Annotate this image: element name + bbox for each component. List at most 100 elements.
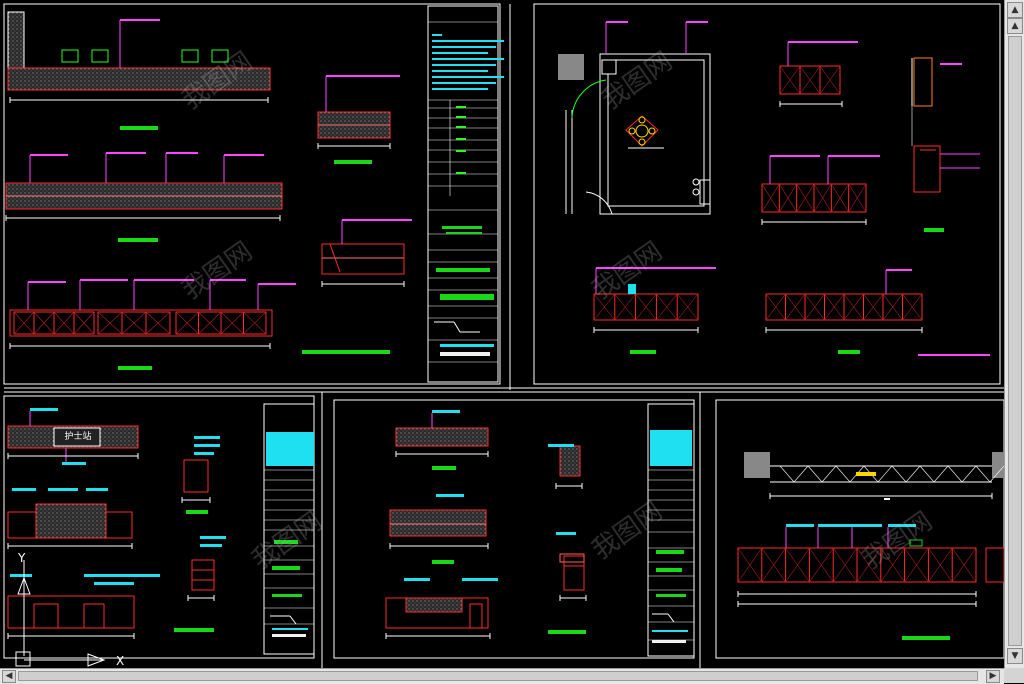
watermark-text: 我图网 — [597, 46, 678, 115]
table-top — [635, 124, 649, 138]
callout-label — [194, 444, 220, 447]
view-title-bar — [548, 630, 586, 634]
title-block-field — [442, 226, 482, 229]
note-text-line — [432, 88, 488, 90]
note-text-line — [918, 354, 990, 356]
callout-label — [30, 408, 58, 411]
desk-drawer — [33, 603, 59, 629]
title-block-field — [456, 126, 466, 128]
truss-line — [793, 465, 809, 483]
title-block-field — [272, 594, 302, 597]
title-block-field — [652, 630, 688, 632]
scroll-up-button[interactable]: ▲ — [1007, 2, 1023, 18]
door-arc — [571, 79, 607, 119]
callout-label — [404, 578, 430, 581]
horizontal-scrollbar[interactable]: ◀ ▶ — [0, 668, 1004, 684]
ucs-origin-box — [15, 651, 31, 667]
view-title-bar — [432, 466, 456, 470]
table-icon — [625, 115, 659, 147]
drawer-detail — [563, 555, 585, 591]
scroll-right-button[interactable]: ▶ — [986, 670, 1000, 683]
vertical-scroll-thumb[interactable] — [1008, 36, 1022, 646]
scroll-down-button[interactable]: ▼ — [1007, 648, 1023, 664]
title-block — [427, 5, 499, 383]
note-text-line — [432, 40, 504, 42]
note-text-line — [432, 58, 504, 60]
counter-top — [405, 597, 463, 613]
chair-icon — [91, 49, 109, 63]
title-block-header — [650, 430, 692, 466]
callout-label — [10, 574, 32, 577]
counter-section — [389, 509, 487, 537]
arrow-up-icon: ▲ — [1011, 21, 1019, 31]
title-block-field — [652, 640, 686, 643]
truss-line — [919, 465, 935, 483]
chair-icon — [61, 49, 79, 63]
view-title-bar — [630, 350, 656, 354]
note-text-line — [432, 52, 488, 54]
logo-line — [289, 615, 297, 625]
cabinet-side — [913, 57, 933, 107]
view-title-bar — [302, 350, 390, 354]
callout-label — [62, 462, 86, 465]
scroll-page-up-button[interactable]: ▲ — [1007, 18, 1023, 34]
chair-icon — [181, 49, 199, 63]
highlight-mark — [856, 472, 876, 476]
view-title-bar — [902, 636, 950, 640]
fixture-icon — [692, 188, 700, 196]
view-title-bar — [334, 160, 372, 164]
title-block-field — [272, 634, 306, 637]
truss-line — [821, 465, 837, 483]
truss-line — [779, 465, 795, 483]
title-block-field — [456, 172, 466, 174]
title-block-header — [266, 432, 314, 466]
desk-drawer — [83, 603, 105, 629]
view-title-bar — [120, 126, 158, 130]
callout-label — [84, 574, 160, 577]
arrow-up-icon: ▲ — [1011, 5, 1019, 15]
view-title-bar — [186, 510, 208, 514]
title-block-field — [456, 138, 466, 140]
callout-label — [548, 444, 574, 447]
cabinet-side — [913, 145, 941, 193]
callout-label — [200, 544, 222, 547]
truss-line — [933, 465, 949, 483]
view-title-bar — [432, 560, 454, 564]
title-block-field — [456, 150, 466, 152]
chair-icon — [628, 127, 636, 135]
truss-line — [891, 465, 907, 483]
view-title-bar — [838, 350, 860, 354]
title-block-field — [456, 116, 466, 118]
callout-label — [194, 436, 220, 439]
title-block-field — [656, 594, 686, 597]
callout-label — [200, 536, 226, 539]
view-title-bar — [118, 238, 158, 242]
truss-line — [835, 465, 851, 483]
vertical-scrollbar[interactable]: ▲ ▲ ▼ — [1004, 0, 1024, 668]
callout-label — [436, 494, 464, 497]
scrollbar-corner — [1004, 668, 1024, 683]
callout-label — [432, 410, 460, 413]
scroll-left-button[interactable]: ◀ — [2, 670, 16, 683]
detail-elevation — [183, 459, 209, 493]
callout-label — [194, 452, 214, 455]
horizontal-scroll-thumb[interactable] — [18, 671, 978, 681]
truss-line — [877, 465, 893, 483]
note-text-line — [432, 46, 496, 48]
title-block-field — [436, 268, 490, 272]
window-frame — [699, 179, 711, 205]
note-text-line — [432, 82, 496, 84]
title-block-field — [656, 550, 684, 554]
note-text-line — [432, 76, 504, 78]
view-title-bar — [118, 366, 152, 370]
dimension-text — [884, 498, 890, 500]
title-block-field — [272, 628, 308, 630]
cabinet-side — [469, 603, 483, 629]
chair-icon — [638, 138, 646, 146]
watermark-text: 我图网 — [587, 496, 668, 565]
cad-drawing-canvas[interactable]: Y X 我图网 我图网 我图网 我图网 我图网 我图网 我图网 护士站 — [0, 0, 1004, 668]
cabinet-side — [985, 547, 1004, 583]
counter-plan — [395, 427, 489, 447]
watermark-text: 我图网 — [857, 506, 938, 575]
note-text-line — [432, 64, 496, 66]
